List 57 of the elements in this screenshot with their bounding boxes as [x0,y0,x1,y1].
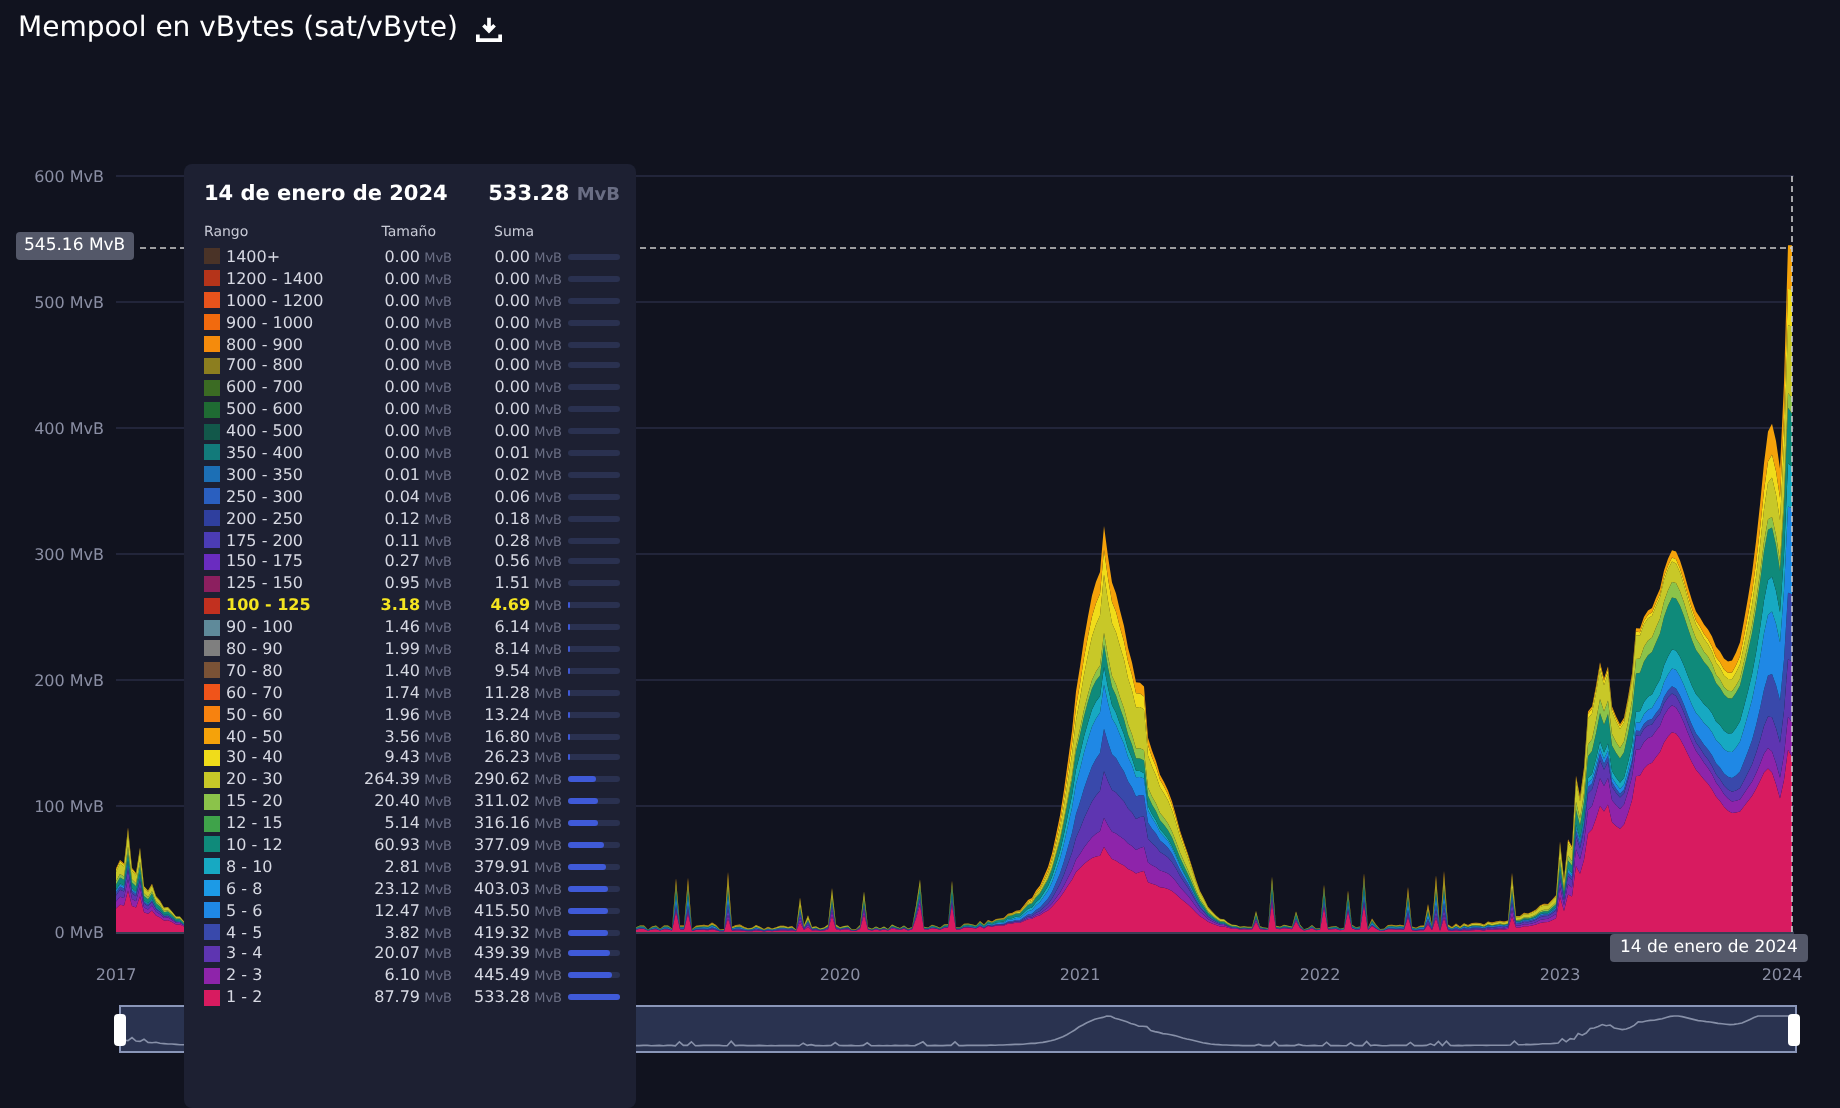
range-label: 20 - 30 [226,770,285,789]
range-label: 3 - 4 [226,944,265,963]
range-label: 8 - 10 [226,857,275,876]
x-axis-label: 2021 [1059,966,1101,984]
range-label: 90 - 100 [226,618,295,637]
range-label: 1 - 2 [226,988,265,1007]
range-label: 800 - 900 [226,335,306,353]
y-axis-label: 200 MvB [34,672,104,690]
y-axis-label: 0 MvB [54,924,104,942]
range-label: 175 - 200 [226,531,306,550]
range-label: 600 - 700 [226,378,306,397]
y-axis-label: 400 MvB [34,420,104,438]
x-axis-label: 2017 [95,966,137,984]
range-label: 12 - 15 [226,814,285,833]
range-label: 2 - 3 [226,966,265,985]
y-axis-label: 600 MvB [34,168,104,186]
left-handle[interactable] [114,1014,126,1046]
range-label: 40 - 50 [226,727,285,746]
chart-title: Mempool en vBytes (sat/vByte) [18,12,458,44]
range-label: 300 - 350 [226,465,306,484]
cursor-value-label: 545.16 MvB [16,232,134,260]
range-label: 30 - 40 [226,748,285,767]
range-label: 80 - 90 [226,639,285,658]
range-label: 70 - 80 [226,661,285,680]
range-label: 400 - 500 [226,422,306,441]
stacked-area-drawing [116,827,184,932]
range-label: 50 - 60 [226,705,285,724]
range-label: 6 - 8 [226,879,265,898]
x-axis-label: 2023 [1539,966,1581,984]
x-axis-label: 2022 [1299,966,1341,984]
range-label: 900 - 1000 [226,313,316,332]
range-label: 4 - 5 [226,923,265,942]
x-axis-label: 2024 [1761,966,1803,984]
range-label: 1000 - 1200 [226,291,326,310]
x-axis-label: 2020 [819,966,861,984]
tooltip-date: 14 de enero de 2024 [204,182,448,206]
range-label: 15 - 20 [226,792,285,811]
y-axis-label: 300 MvB [34,546,104,564]
range-label: 100 - 125 [226,596,313,615]
range-label: 350 - 400 [226,443,306,462]
range-label: 200 - 250 [226,509,306,528]
range-label: 1200 - 1400 [226,269,326,288]
cursor-date-label: 14 de enero de 2024 [1610,934,1808,962]
range-label: 60 - 70 [226,683,285,702]
range-label: 250 - 300 [226,487,306,506]
range-label: 10 - 12 [226,835,285,854]
range-label: 125 - 150 [226,574,306,593]
right-handle[interactable] [1788,1014,1800,1046]
range-label: 700 - 800 [226,356,306,375]
range-label: 5 - 6 [226,901,265,920]
range-label: 500 - 600 [226,400,306,419]
range-label: 1400+ [226,247,283,266]
y-axis-label: 500 MvB [34,294,104,312]
range-label: 150 - 175 [226,552,306,571]
download-icon[interactable] [475,15,502,41]
y-axis-label: 100 MvB [34,798,104,816]
tooltip-total: 533.28 MvB [488,182,620,206]
